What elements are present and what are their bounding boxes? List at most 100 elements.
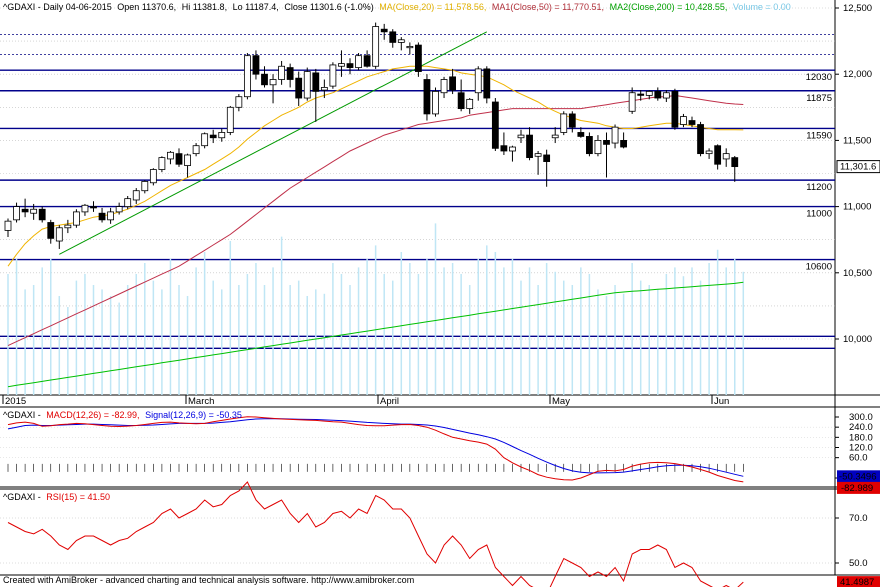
candle-body bbox=[329, 64, 337, 87]
rsi-tick-label: 50.0 bbox=[849, 558, 868, 569]
candle-body bbox=[184, 154, 191, 166]
candle-body bbox=[346, 63, 354, 68]
candle-body bbox=[722, 153, 730, 160]
candle-body bbox=[526, 134, 533, 159]
y-tick-label: 11,000 bbox=[843, 202, 871, 213]
candle-body bbox=[432, 91, 439, 115]
candle-body bbox=[457, 92, 465, 110]
candle-body bbox=[577, 132, 585, 137]
x-tick-label: Jun bbox=[714, 396, 729, 407]
candle-body bbox=[312, 72, 320, 92]
candle-body bbox=[132, 190, 140, 201]
candle-body bbox=[714, 145, 722, 165]
x-tick-label: May bbox=[552, 396, 570, 407]
candle-body bbox=[491, 101, 499, 149]
candle-body bbox=[149, 169, 157, 184]
level-label: 11875 bbox=[806, 93, 832, 104]
signal-last-label: -50.3496 bbox=[839, 471, 877, 482]
candle-body bbox=[107, 211, 114, 221]
last-price-label: 11,301.6 bbox=[840, 162, 876, 173]
candle-body bbox=[303, 71, 311, 99]
candle-body bbox=[697, 124, 704, 155]
candle-body bbox=[509, 146, 516, 152]
candle-body bbox=[380, 28, 388, 33]
candle-body bbox=[500, 145, 508, 152]
candle-body bbox=[551, 134, 559, 139]
y-tick-label: 12,500 bbox=[843, 3, 872, 14]
candle-body bbox=[90, 206, 97, 209]
macd-title: ^GDAXI - MACD(12,26) = -82.99, Signal(12… bbox=[3, 410, 242, 420]
candle-body bbox=[637, 93, 645, 96]
candle-body bbox=[543, 154, 551, 162]
candle-body bbox=[192, 145, 200, 155]
level-label: 11000 bbox=[806, 209, 832, 220]
candle-body bbox=[338, 63, 345, 67]
candle-body bbox=[13, 206, 20, 221]
candle-body bbox=[355, 55, 362, 68]
rsi-title: ^GDAXI - RSI(15) = 41.50 bbox=[3, 492, 110, 502]
candle-body bbox=[81, 204, 89, 213]
rsi-tick-label: 70.0 bbox=[849, 513, 868, 524]
candle-body bbox=[560, 113, 568, 133]
candle-body bbox=[73, 211, 80, 226]
candle-body bbox=[261, 73, 268, 86]
candle-body bbox=[286, 67, 294, 80]
candle-body bbox=[158, 157, 166, 170]
candle-body bbox=[389, 31, 397, 43]
main-title: ^GDAXI - Daily 04-06-2015 Open 11370.6, … bbox=[3, 2, 791, 12]
candle-body bbox=[620, 139, 627, 148]
candle-body bbox=[21, 208, 29, 213]
candle-body bbox=[55, 227, 63, 242]
candle-body bbox=[209, 134, 217, 139]
macd-last-label: -82.989 bbox=[841, 483, 873, 494]
candle-body bbox=[175, 153, 183, 165]
candle-body bbox=[243, 55, 251, 98]
candle-body bbox=[278, 65, 286, 80]
candle-body bbox=[372, 26, 380, 67]
candle-body bbox=[269, 79, 277, 86]
candle-body bbox=[603, 139, 610, 145]
candle-body bbox=[124, 198, 132, 208]
candle-body bbox=[4, 220, 12, 231]
candle-body bbox=[226, 106, 234, 133]
level-label: 10600 bbox=[806, 262, 832, 273]
rsi-last-label: 41.4987 bbox=[840, 577, 874, 587]
x-tick-label: April bbox=[380, 396, 399, 407]
candle-body bbox=[483, 68, 491, 99]
candle-body bbox=[671, 91, 679, 128]
candle-body bbox=[474, 68, 482, 94]
x-tick-label: March bbox=[188, 396, 214, 407]
candle-body bbox=[64, 224, 72, 229]
candle-body bbox=[423, 79, 431, 115]
candle-body bbox=[517, 134, 525, 139]
candle-body bbox=[218, 132, 226, 139]
candle-body bbox=[235, 96, 243, 108]
candle-body bbox=[406, 45, 414, 49]
y-tick-label: 11,500 bbox=[843, 135, 871, 146]
x-tick-label: 2015 bbox=[5, 396, 26, 407]
candle-body bbox=[141, 181, 149, 192]
y-tick-label: 10,000 bbox=[843, 334, 872, 345]
candle-body bbox=[98, 212, 106, 221]
candle-body bbox=[397, 39, 405, 43]
candle-body bbox=[680, 116, 687, 125]
candle-body bbox=[320, 87, 328, 91]
candle-body bbox=[440, 79, 448, 94]
candle-body bbox=[167, 151, 174, 160]
candle-body bbox=[586, 136, 593, 155]
candle-body bbox=[645, 91, 653, 96]
candle-body bbox=[628, 92, 636, 112]
candle-body bbox=[449, 76, 457, 91]
candle-body bbox=[466, 98, 474, 110]
candle-body bbox=[47, 222, 55, 239]
candle-body bbox=[611, 126, 619, 144]
candle-body bbox=[594, 139, 602, 155]
candle-body bbox=[38, 208, 46, 221]
candle-body bbox=[654, 91, 662, 99]
candle-body bbox=[201, 133, 209, 147]
candle-body bbox=[534, 153, 542, 157]
macd-tick-label: 60.0 bbox=[849, 453, 868, 464]
y-tick-label: 12,000 bbox=[843, 69, 872, 80]
level-label: 11200 bbox=[806, 182, 832, 193]
candle-body bbox=[414, 44, 422, 72]
